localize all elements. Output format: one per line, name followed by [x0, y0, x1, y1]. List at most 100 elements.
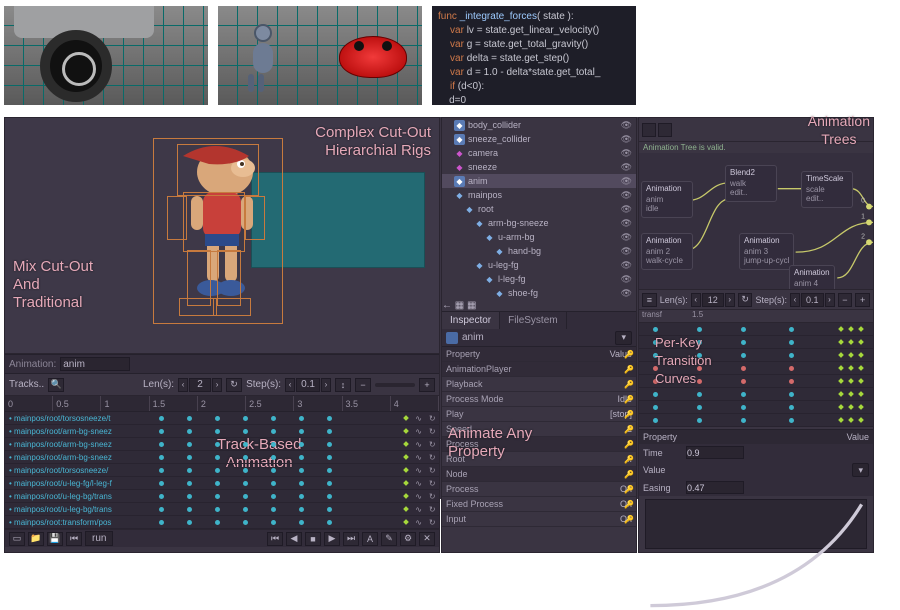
scene-node-u-arm-bg[interactable]: ◆u-arm-bg👁 — [442, 230, 636, 244]
visibility-icon[interactable]: 👁 — [621, 176, 632, 187]
track-keyframes[interactable] — [153, 412, 439, 424]
tools-icon[interactable]: ⚙ — [400, 532, 416, 546]
track-keyframes[interactable] — [153, 425, 439, 437]
inspector-row[interactable]: Playback🔑 — [442, 377, 636, 392]
key-value-dropdown[interactable]: ▾ — [852, 463, 869, 477]
back-icon[interactable]: ← — [442, 300, 452, 311]
scene-node-l-leg-fg[interactable]: ◆l-leg-fg👁 — [442, 272, 636, 286]
track-options[interactable]: ∿↻ — [401, 451, 439, 463]
track-keyframes[interactable] — [153, 438, 439, 450]
track-options[interactable]: ∿↻ — [401, 503, 439, 515]
new-anim-icon[interactable]: ▭ — [9, 532, 25, 546]
track-options[interactable]: ∿↻ — [401, 464, 439, 476]
graph-play-icon[interactable] — [658, 123, 672, 137]
track-keyframes[interactable] — [153, 477, 439, 489]
scene-node-mainpos[interactable]: ◆mainpos👁 — [442, 188, 636, 202]
autoplay-icon[interactable]: A — [362, 532, 378, 546]
track-options[interactable]: ∿↻ — [401, 438, 439, 450]
inspector-row[interactable]: InputOn🔑 — [442, 512, 636, 527]
animation-name-input[interactable] — [60, 357, 130, 371]
visibility-icon[interactable]: 👁 — [621, 246, 632, 257]
track-options[interactable]: ∿↻ — [401, 412, 439, 424]
inspector-row[interactable]: Play[stop]🔑 — [442, 407, 636, 422]
inspector-row[interactable]: Process ModeIdle🔑 — [442, 392, 636, 407]
key-len-stepper[interactable]: ‹12› — [691, 293, 735, 307]
track-options[interactable]: ∿↻ — [401, 516, 439, 528]
key-zoom-out-icon[interactable]: − — [838, 293, 853, 307]
scene-node-hand-bg[interactable]: ◆hand-bg👁 — [442, 244, 636, 258]
track-row[interactable]: • mainpos/root/arm-bg-sneez∿↻ — [5, 425, 439, 438]
visibility-icon[interactable]: 👁 — [621, 162, 632, 173]
loop-icon[interactable]: ↻ — [226, 378, 242, 392]
graph-node-anim-idle[interactable]: Animationanimidle — [641, 181, 693, 218]
key-menu-icon[interactable]: ≡ — [642, 293, 657, 307]
scene-node-camera[interactable]: ◆camera👁 — [442, 146, 636, 160]
viewport-2d[interactable]: Complex Cut-Out Hierarchial Rigs Mix Cut… — [5, 118, 439, 354]
track-options[interactable]: ∿↻ — [401, 425, 439, 437]
key-ruler[interactable]: transf 1.5 — [639, 310, 873, 323]
visibility-icon[interactable]: 👁 — [621, 232, 632, 243]
track-row[interactable]: • mainpos/root/arm-bg-sneez∿↻ — [5, 451, 439, 464]
graph-node-anim2[interactable]: Animationanim 2walk-cycle — [641, 233, 693, 270]
track-row[interactable]: • mainpos/root/torsosneeze/t∿↻ — [5, 412, 439, 425]
visibility-icon[interactable]: 👁 — [621, 218, 632, 229]
visibility-icon[interactable]: 👁 — [621, 204, 632, 215]
play-icon[interactable] — [642, 123, 656, 137]
visibility-icon[interactable]: 👁 — [621, 260, 632, 271]
play-start-icon[interactable]: ⏮ — [267, 532, 283, 546]
current-anim-pill[interactable]: run — [85, 531, 113, 546]
track-keyframes[interactable] — [153, 490, 439, 502]
length-stepper[interactable]: ‹2› — [178, 378, 222, 392]
key-zoom-in-icon[interactable]: + — [855, 293, 870, 307]
zoom-out-icon[interactable]: − — [355, 378, 371, 392]
track-keyframes[interactable] — [153, 464, 439, 476]
tab-filesystem[interactable]: FileSystem — [500, 312, 566, 329]
scene-node-u-leg-fg[interactable]: ◆u-leg-fg👁 — [442, 258, 636, 272]
track-row[interactable]: • mainpos/root:transform/pos∿↻ — [5, 516, 439, 529]
inspector-row[interactable]: ProcessOn🔑 — [442, 482, 636, 497]
scene-node-sneeze_collider[interactable]: ◆sneeze_collider👁 — [442, 132, 636, 146]
scene-node-arm-bg-sneeze[interactable]: ◆arm-bg-sneeze👁 — [442, 216, 636, 230]
track-row[interactable]: • mainpos/root/u-leg-bg/trans∿↻ — [5, 490, 439, 503]
key-loop-icon[interactable]: ↻ — [738, 293, 753, 307]
resources-icon[interactable]: ▦ ▦ — [455, 300, 477, 311]
play-icon[interactable]: ▶ — [324, 532, 340, 546]
play-end-icon[interactable]: ⏭ — [343, 532, 359, 546]
scene-node-root[interactable]: ◆root👁 — [442, 202, 636, 216]
track-options[interactable]: ∿↻ — [401, 490, 439, 502]
track-row[interactable]: • mainpos/root/arm-bg-sneez∿↻ — [5, 438, 439, 451]
scene-node-body_collider[interactable]: ◆body_collider👁 — [442, 118, 636, 132]
visibility-icon[interactable]: 👁 — [621, 288, 632, 299]
track-keyframes[interactable] — [153, 516, 439, 528]
key-time-input[interactable] — [686, 446, 744, 459]
inspector-row[interactable]: Fixed ProcessOn🔑 — [442, 497, 636, 512]
animtree-graph[interactable]: 0 1 2 Animationanimidle Blend2walkedit..… — [639, 153, 873, 289]
key-step-stepper[interactable]: ‹0.1› — [790, 293, 835, 307]
key-row[interactable] — [639, 414, 873, 427]
key-easing-input[interactable] — [686, 481, 744, 494]
key-row[interactable] — [639, 388, 873, 401]
open-icon[interactable]: 📁 — [28, 532, 44, 546]
visibility-icon[interactable]: 👁 — [621, 134, 632, 145]
scene-node-anim[interactable]: ◆anim👁 — [442, 174, 636, 188]
search-icon[interactable]: 🔍 — [48, 378, 64, 392]
graph-node-timescale[interactable]: TimeScalescaleedit.. — [801, 171, 853, 208]
graph-node-anim4[interactable]: Animationanim 4 — [789, 265, 835, 289]
track-row[interactable]: • mainpos/root/torsosneeze/∿↻ — [5, 464, 439, 477]
visibility-icon[interactable]: 👁 — [621, 274, 632, 285]
track-keyframes[interactable] — [153, 451, 439, 463]
play-reverse-end-icon[interactable]: ⏮ — [66, 532, 82, 546]
stop-icon[interactable]: ■ — [305, 532, 321, 546]
scene-tree[interactable]: ◆body_collider👁◆sneeze_collider👁◆camera👁… — [442, 118, 636, 300]
visibility-icon[interactable]: 👁 — [621, 120, 632, 131]
step-stepper[interactable]: ‹0.1› — [285, 378, 331, 392]
scene-node-sneeze[interactable]: ◆sneeze👁 — [442, 160, 636, 174]
key-row[interactable] — [639, 401, 873, 414]
edit-icon[interactable]: ✎ — [381, 532, 397, 546]
save-icon[interactable]: 💾 — [47, 532, 63, 546]
track-keyframes[interactable] — [153, 503, 439, 515]
zoom-in-icon[interactable]: + — [419, 378, 435, 392]
visibility-icon[interactable]: 👁 — [621, 148, 632, 159]
visibility-icon[interactable]: 👁 — [621, 190, 632, 201]
play-back-icon[interactable]: ◀ — [286, 532, 302, 546]
